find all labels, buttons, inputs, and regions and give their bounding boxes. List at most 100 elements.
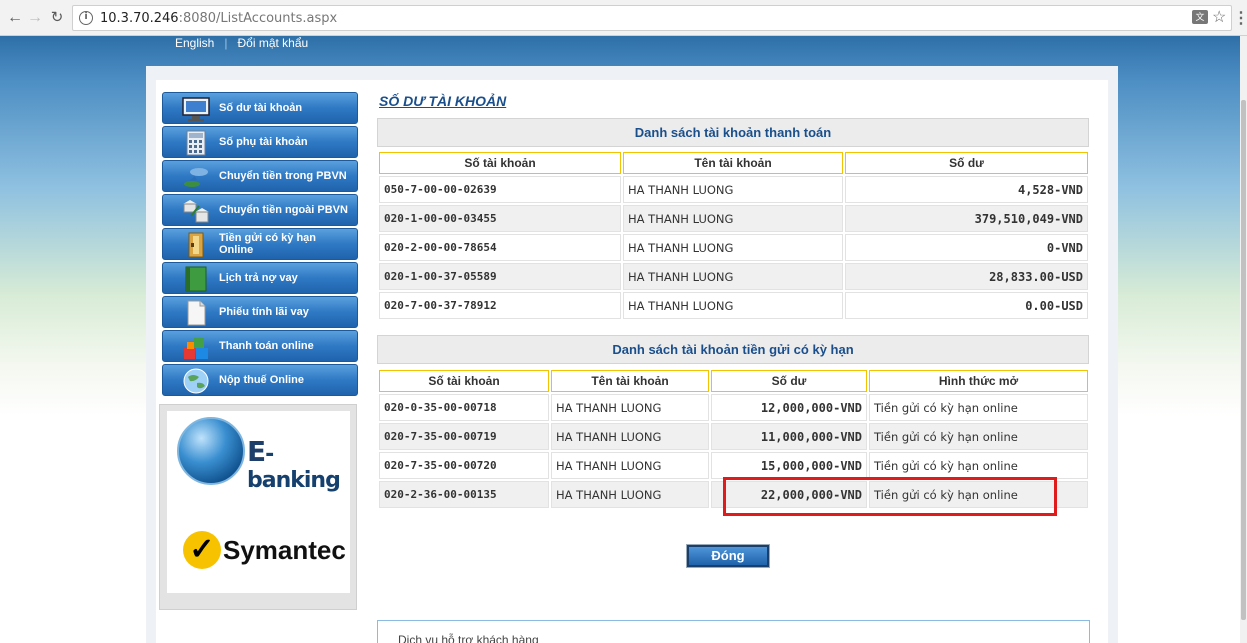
account-balance: 15,000,000-VND — [711, 452, 867, 479]
account-name: HA THANH LUONG — [551, 423, 709, 450]
sidebar-item-label: Phiếu tính lãi vay — [219, 306, 309, 318]
account-name: HA THANH LUONG — [551, 452, 709, 479]
page-title: SỐ DƯ TÀI KHOẢN — [379, 93, 507, 109]
checkmark-icon: ✓ — [183, 531, 221, 569]
table-header-row: Số tài khoản Tên tài khoản Số dư Hình th… — [379, 370, 1088, 392]
account-number: 020-0-35-00-00718 — [379, 394, 549, 421]
account-number: 020-2-00-00-78654 — [379, 234, 621, 261]
column-header: Tên tài khoản — [623, 152, 843, 174]
sidebar-item-label: Chuyển tiền trong PBVN — [219, 170, 347, 182]
column-header: Tên tài khoản — [551, 370, 709, 392]
change-password-link[interactable]: Đổi mật khẩu — [237, 36, 308, 50]
column-header: Hình thức mở — [869, 370, 1088, 392]
sidebar-item-label: Thanh toán online — [219, 340, 314, 352]
address-bar[interactable]: i 10.3.70.246:8080/ListAccounts.aspx — [72, 5, 1232, 31]
sidebar-item-interest-slip[interactable]: Phiếu tính lãi vay — [162, 296, 358, 328]
account-number: 020-7-00-37-78912 — [379, 292, 621, 319]
account-balance: 0.00-USD — [845, 292, 1088, 319]
document-icon — [187, 300, 206, 326]
customer-support-label: Dịch vụ hỗ trợ khách hàng — [398, 633, 539, 643]
sidebar-item-label: Nộp thuế Online — [219, 374, 304, 386]
top-links: English | Đổi mật khẩu — [175, 36, 308, 50]
opening-method: Tiền gửi có kỳ hạn online — [869, 394, 1088, 421]
customer-support-box: Dịch vụ hỗ trợ khách hàng — [377, 620, 1090, 643]
account-balance: 379,510,049-VND — [845, 205, 1088, 232]
folder-icon — [188, 232, 204, 258]
url-path: :8080/ListAccounts.aspx — [178, 11, 338, 26]
table-row: 020-7-35-00-00719 HA THANH LUONG 11,000,… — [379, 423, 1088, 450]
sidebar-nav: Số dư tài khoản Số phụ tài khoản Chuyển … — [162, 92, 358, 398]
account-name: HA THANH LUONG — [623, 292, 843, 319]
account-balance: 11,000,000-VND — [711, 423, 867, 450]
promo-panel: E-banking ✓ Symantec — [159, 404, 357, 610]
sidebar-item-tax-payment[interactable]: Nộp thuế Online — [162, 364, 358, 396]
transfer-icon — [184, 168, 208, 187]
forward-arrow-icon[interactable]: → — [26, 9, 44, 27]
opening-method: Tiền gửi có kỳ hạn online — [869, 423, 1088, 450]
ebanking-globe-icon — [177, 417, 245, 485]
account-name: HA THANH LUONG — [551, 481, 709, 508]
scrollbar-thumb[interactable] — [1241, 100, 1246, 620]
monitor-icon — [182, 97, 210, 121]
account-name: HA THANH LUONG — [551, 394, 709, 421]
book-icon — [185, 266, 207, 292]
sidebar-item-label: Chuyển tiền ngoài PBVN — [219, 204, 348, 216]
sidebar-item-account-balance[interactable]: Số dư tài khoản — [162, 92, 358, 124]
sidebar-item-label: Lịch trả nợ vay — [219, 272, 298, 284]
reload-icon[interactable]: ↻ — [48, 9, 66, 27]
account-number: 020-7-35-00-00720 — [379, 452, 549, 479]
table-row: 020-0-35-00-00718 HA THANH LUONG 12,000,… — [379, 394, 1088, 421]
calculator-icon — [186, 130, 206, 156]
account-number: 020-1-00-37-05589 — [379, 263, 621, 290]
account-name: HA THANH LUONG — [623, 234, 843, 261]
symantec-logo-text: Symantec — [223, 535, 346, 565]
account-number: 050-7-00-00-02639 — [379, 176, 621, 203]
bookmark-star-icon[interactable]: ☆ — [1212, 7, 1226, 27]
kebab-menu-icon[interactable]: ⋮ — [1233, 8, 1247, 28]
sidebar-item-transfer-external[interactable]: Chuyển tiền ngoài PBVN — [162, 194, 358, 226]
table-row: 020-7-00-37-78912 HA THANH LUONG 0.00-US… — [379, 292, 1088, 319]
account-balance: 0-VND — [845, 234, 1088, 261]
account-number: 020-7-35-00-00719 — [379, 423, 549, 450]
account-number: 020-2-36-00-00135 — [379, 481, 549, 508]
sidebar-item-loan-schedule[interactable]: Lịch trả nợ vay — [162, 262, 358, 294]
table-row: 020-1-00-37-05589 HA THANH LUONG 28,833.… — [379, 263, 1088, 290]
table-row: 050-7-00-00-02639 HA THANH LUONG 4,528-V… — [379, 176, 1088, 203]
account-name: HA THANH LUONG — [623, 205, 843, 232]
sidebar-item-term-deposit[interactable]: Tiền gửi có kỳ hạn Online — [162, 228, 358, 260]
column-header: Số tài khoản — [379, 370, 549, 392]
english-link[interactable]: English — [175, 36, 214, 50]
info-icon[interactable]: i — [79, 11, 93, 25]
account-name: HA THANH LUONG — [623, 176, 843, 203]
payment-accounts-heading: Danh sách tài khoản thanh toán — [377, 118, 1089, 147]
blocks-icon — [184, 338, 208, 359]
sidebar-item-sub-ledger[interactable]: Số phụ tài khoản — [162, 126, 358, 158]
sidebar-item-label: Số phụ tài khoản — [219, 136, 308, 148]
highlight-annotation-box — [723, 477, 1057, 516]
sidebar-item-label: Số dư tài khoản — [219, 102, 303, 114]
table-row: 020-1-00-00-03455 HA THANH LUONG 379,510… — [379, 205, 1088, 232]
promo-inner: E-banking ✓ Symantec — [167, 411, 350, 593]
column-header: Số tài khoản — [379, 152, 621, 174]
browser-toolbar: ← → ↻ i 10.3.70.246:8080/ListAccounts.as… — [0, 0, 1247, 36]
url-text: 10.3.70.246:8080/ListAccounts.aspx — [100, 11, 337, 26]
sidebar-item-online-payment[interactable]: Thanh toán online — [162, 330, 358, 362]
payment-accounts-table: Số tài khoản Tên tài khoản Số dư 050-7-0… — [377, 150, 1090, 321]
back-arrow-icon[interactable]: ← — [6, 9, 24, 27]
sidebar-item-transfer-internal[interactable]: Chuyển tiền trong PBVN — [162, 160, 358, 192]
account-name: HA THANH LUONG — [623, 263, 843, 290]
bank-transfer-icon — [183, 200, 209, 223]
term-deposit-heading: Danh sách tài khoản tiền gửi có kỳ hạn — [377, 335, 1089, 364]
sidebar-item-label: Tiền gửi có kỳ hạn Online — [219, 232, 317, 256]
ebanking-logo: E-banking — [247, 435, 350, 493]
ebanking-logo-letter: E — [247, 435, 266, 468]
translate-icon[interactable]: 文 — [1192, 10, 1208, 24]
account-balance: 4,528-VND — [845, 176, 1088, 203]
account-number: 020-1-00-00-03455 — [379, 205, 621, 232]
table-row: 020-2-00-00-78654 HA THANH LUONG 0-VND — [379, 234, 1088, 261]
link-separator: | — [224, 36, 228, 50]
globe-icon — [183, 368, 209, 394]
table-header-row: Số tài khoản Tên tài khoản Số dư — [379, 152, 1088, 174]
close-button[interactable]: Đóng — [686, 544, 770, 568]
url-host: 10.3.70.246 — [100, 11, 179, 26]
